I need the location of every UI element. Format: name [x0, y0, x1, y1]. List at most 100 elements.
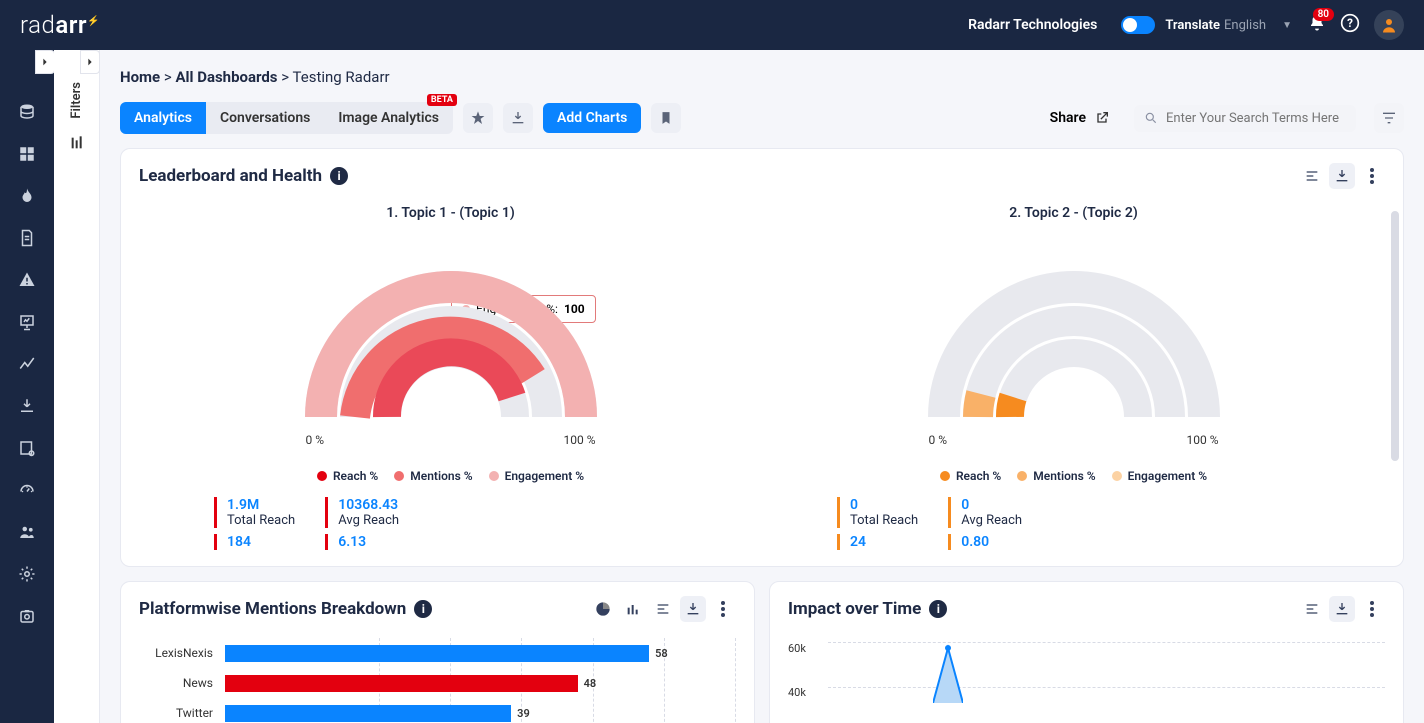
search-input[interactable] — [1166, 111, 1346, 126]
bookmark-icon — [659, 111, 673, 125]
tabs: Analytics Conversations Image Analytics … — [120, 102, 453, 134]
chevron-down-icon[interactable]: ▼ — [1282, 20, 1292, 31]
chevron-right-icon — [85, 57, 95, 67]
main-content: Home > All Dashboards > Testing Radarr A… — [100, 50, 1424, 723]
gauge-1 — [139, 237, 762, 427]
topic-1-title: 1. Topic 1 - (Topic 1) — [139, 205, 762, 221]
share-button[interactable]: Share — [1050, 110, 1110, 126]
info-icon[interactable]: i — [929, 600, 947, 618]
more-button[interactable] — [1359, 596, 1385, 622]
tab-row: Analytics Conversations Image Analytics … — [120, 102, 1404, 134]
breadcrumb-home[interactable]: Home — [120, 68, 160, 86]
share-label: Share — [1050, 110, 1086, 126]
nav-meter-icon[interactable] — [17, 480, 37, 500]
chevron-right-icon — [40, 57, 50, 67]
tab-image-label: Image Analytics — [338, 110, 439, 126]
nav-library-icon[interactable] — [17, 438, 37, 458]
card-more-button[interactable] — [1359, 163, 1385, 189]
notifications-button[interactable]: 80 — [1308, 14, 1326, 36]
nav-alerts-icon[interactable] — [17, 270, 37, 290]
bars-icon[interactable] — [69, 135, 85, 155]
translate-label: Translate — [1165, 18, 1220, 33]
platform-card: Platformwise Mentions Breakdown i LexisN — [120, 581, 755, 723]
breadcrumb-all[interactable]: All Dashboards — [175, 68, 277, 86]
download-button[interactable] — [503, 103, 533, 133]
bar[interactable] — [225, 645, 649, 662]
topic-1: 1. Topic 1 - (Topic 1) — [139, 205, 762, 550]
nav-settings-icon[interactable] — [17, 564, 37, 584]
org-name[interactable]: Radarr Technologies — [968, 17, 1097, 33]
translate-toggle[interactable] — [1121, 16, 1155, 34]
bar-button[interactable] — [620, 596, 646, 622]
help-icon: ? — [1340, 13, 1360, 33]
breadcrumb: Home > All Dashboards > Testing Radarr — [120, 68, 1404, 86]
ytick-60k: 60k — [788, 642, 806, 686]
lines-button[interactable] — [650, 596, 676, 622]
nav-download-icon[interactable] — [17, 396, 37, 416]
nav-doc-icon[interactable] — [17, 228, 37, 248]
bar-row-twitter: Twitter 39 — [139, 698, 736, 723]
tab-conversations[interactable]: Conversations — [206, 102, 324, 134]
nav-analytics-icon[interactable] — [17, 354, 37, 374]
leaderboard-title: Leaderboard and Health — [139, 166, 322, 186]
info-icon[interactable]: i — [330, 167, 348, 185]
search-box[interactable] — [1134, 105, 1356, 132]
nav-data-icon[interactable] — [17, 102, 37, 122]
breadcrumb-current: Testing Radarr — [293, 68, 390, 86]
user-icon — [1380, 16, 1398, 34]
expand-filters-button[interactable] — [80, 50, 100, 74]
download-button[interactable] — [1329, 596, 1355, 622]
left-nav — [0, 50, 54, 723]
star-icon — [470, 110, 486, 126]
topic-2-title: 2. Topic 2 - (Topic 2) — [762, 205, 1385, 221]
gauge-2-hi: 100 % — [1187, 433, 1219, 447]
nav-present-icon[interactable] — [17, 312, 37, 332]
language-select[interactable]: English — [1224, 18, 1266, 33]
favorite-button[interactable] — [463, 103, 493, 133]
gauge-2-lo: 0 % — [929, 433, 948, 447]
help-button[interactable]: ? — [1340, 13, 1360, 37]
bookmark-button[interactable] — [651, 103, 681, 133]
search-icon — [1144, 111, 1158, 125]
more-button[interactable] — [710, 596, 736, 622]
topic-2: 2. Topic 2 - (Topic 2) 0 %100 — [762, 205, 1385, 550]
gauge-1-lo: 0 % — [306, 433, 325, 447]
filters-rail: Filters — [54, 50, 100, 723]
filter-button[interactable] — [1374, 103, 1404, 133]
bar[interactable] — [225, 705, 511, 722]
scrollbar[interactable] — [1391, 211, 1399, 461]
nav-camera-icon[interactable] — [17, 606, 37, 626]
pie-button[interactable] — [590, 596, 616, 622]
add-charts-button[interactable]: Add Charts — [543, 103, 641, 133]
gauge-2 — [762, 237, 1385, 427]
platform-bars: LexisNexis 58 News 48 Twitter 39 — [121, 628, 754, 723]
card-lines-button[interactable] — [1299, 163, 1325, 189]
info-icon[interactable]: i — [414, 600, 432, 618]
bar-row-news: News 48 — [139, 668, 736, 698]
download-button[interactable] — [680, 596, 706, 622]
legend-2: Reach % Mentions % Engagement % — [762, 469, 1385, 483]
impact-chart: 60k40k — [770, 628, 1403, 723]
tab-analytics[interactable]: Analytics — [120, 102, 206, 134]
beta-badge: BETA — [427, 94, 457, 106]
notif-badge: 80 — [1313, 8, 1334, 21]
lines-button[interactable] — [1299, 596, 1325, 622]
tab-image-analytics[interactable]: Image Analytics BETA — [324, 102, 453, 134]
impact-card: Impact over Time i 60k40k — [769, 581, 1404, 723]
nav-users-icon[interactable] — [17, 522, 37, 542]
filters-label[interactable]: Filters — [69, 82, 84, 119]
avatar-button[interactable] — [1374, 10, 1404, 40]
filter-icon — [1381, 110, 1397, 126]
logo[interactable]: radarr⚡ — [20, 11, 100, 39]
impact-spike — [933, 643, 963, 703]
card-download-button[interactable] — [1329, 163, 1355, 189]
expand-nav-button[interactable] — [35, 50, 55, 74]
svg-text:?: ? — [1347, 16, 1353, 30]
nav-trending-icon[interactable] — [17, 186, 37, 206]
legend-1: Reach % Mentions % Engagement % — [139, 469, 762, 483]
platform-title: Platformwise Mentions Breakdown — [139, 599, 406, 619]
bar[interactable] — [225, 675, 578, 692]
gauge-1-hi: 100 % — [564, 433, 596, 447]
download-icon — [510, 110, 526, 126]
nav-dashboards-icon[interactable] — [17, 144, 37, 164]
